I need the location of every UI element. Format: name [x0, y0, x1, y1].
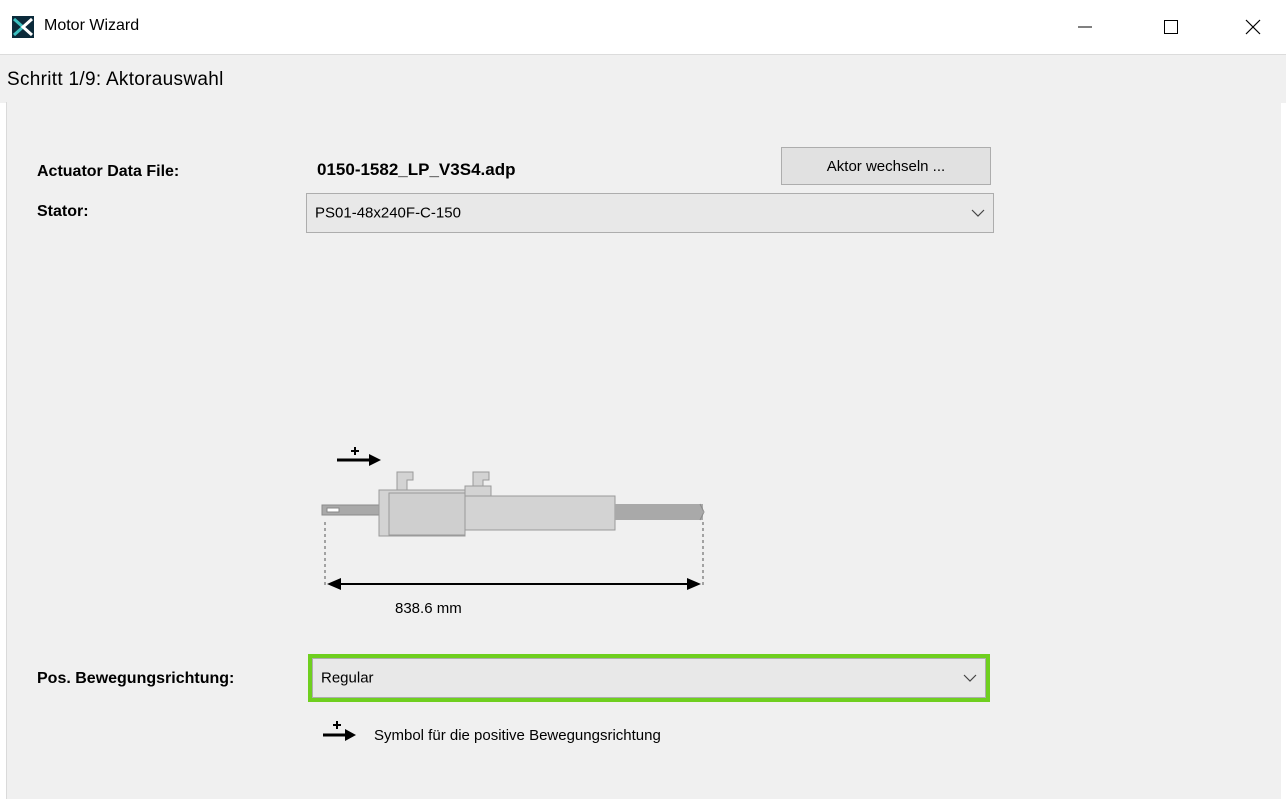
maximize-button[interactable]: [1142, 0, 1200, 54]
direction-hint-text: Symbol für die positive Bewegungsrichtun…: [374, 727, 661, 744]
direction-label: Pos. Bewegungsrichtung:: [37, 670, 235, 687]
actuator-diagram: [321, 447, 705, 590]
positive-direction-arrow-icon: [337, 447, 381, 466]
minimize-button[interactable]: [1056, 0, 1114, 54]
actuator-file-label: Actuator Data File:: [37, 163, 180, 180]
direction-select-value: Regular: [321, 669, 374, 687]
close-button[interactable]: [1224, 0, 1282, 54]
length-dimension-arrow: [327, 578, 701, 590]
maximize-icon: [1164, 20, 1178, 34]
step-header: Schritt 1/9: Aktorauswahl: [0, 55, 1286, 103]
actuator-length-label: 838.6 mm: [395, 600, 462, 617]
step-title: Schritt 1/9: Aktorauswahl: [7, 69, 224, 90]
window-title: Motor Wizard: [44, 17, 140, 34]
actuator-rod-right: [615, 504, 703, 520]
minimize-icon: [1078, 26, 1092, 28]
actuator-slider-body: [464, 495, 616, 531]
stator-select-value: PS01-48x240F-C-150: [315, 204, 461, 222]
chevron-down-icon: [971, 209, 985, 217]
actuator-file-value: 0150-1582_LP_V3S4.adp: [317, 160, 516, 179]
title-bar: Motor Wizard: [0, 0, 1286, 54]
positive-direction-symbol-icon: [323, 721, 356, 741]
close-icon: [1245, 19, 1261, 35]
stator-select[interactable]: PS01-48x240F-C-150: [306, 193, 994, 233]
connector-left: [396, 471, 414, 491]
app-logo-icon: [12, 16, 34, 38]
stator-label: Stator:: [37, 203, 89, 220]
chevron-down-icon: [963, 674, 977, 682]
change-actuator-button[interactable]: Aktor wechseln ...: [781, 147, 991, 185]
direction-select[interactable]: Regular: [308, 654, 990, 702]
wizard-content: Actuator Data File: 0150-1582_LP_V3S4.ad…: [6, 102, 1281, 799]
